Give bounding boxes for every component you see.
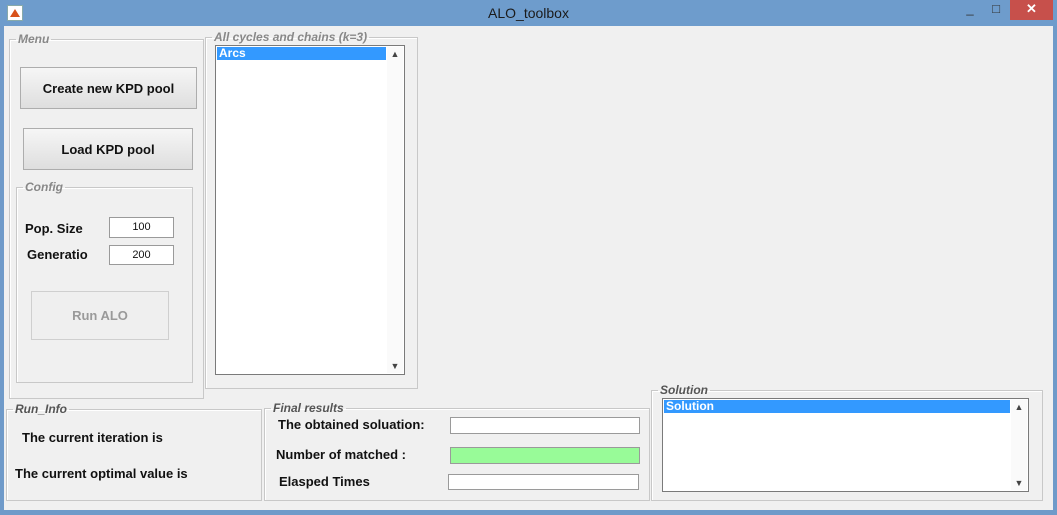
pop-size-input[interactable]: 100 bbox=[109, 217, 174, 238]
cycles-scrollbar[interactable]: ▲ ▼ bbox=[387, 47, 403, 373]
title-bar: ALO_toolbox _ □ ✕ bbox=[0, 0, 1057, 26]
run-info-legend: Run_Info bbox=[15, 402, 67, 416]
run-info-panel: Run_Info bbox=[6, 402, 262, 501]
load-kpd-pool-button[interactable]: Load KPD pool bbox=[23, 128, 193, 170]
obtained-solution-field[interactable] bbox=[450, 417, 640, 434]
scroll-down-arrow-icon[interactable]: ▼ bbox=[1011, 476, 1027, 490]
cycles-legend: All cycles and chains (k=3) bbox=[214, 30, 368, 44]
pop-size-label: Pop. Size bbox=[25, 221, 83, 236]
solution-scrollbar[interactable]: ▲ ▼ bbox=[1011, 400, 1027, 490]
generation-label: Generatio bbox=[27, 247, 88, 262]
scroll-up-arrow-icon[interactable]: ▲ bbox=[1011, 400, 1027, 414]
current-iteration-label: The current iteration is bbox=[22, 430, 163, 445]
current-optimal-label: The current optimal value is bbox=[15, 466, 188, 481]
create-kpd-pool-button[interactable]: Create new KPD pool bbox=[20, 67, 197, 109]
maximize-button[interactable]: □ bbox=[984, 0, 1008, 20]
list-item[interactable]: Arcs bbox=[217, 47, 386, 60]
cycles-listbox[interactable]: Arcs ▲ ▼ bbox=[215, 45, 405, 375]
matched-field[interactable] bbox=[450, 447, 640, 464]
solution-listbox[interactable]: Solution ▲ ▼ bbox=[662, 398, 1029, 492]
window-title: ALO_toolbox bbox=[488, 5, 569, 21]
menu-legend: Menu bbox=[18, 32, 50, 46]
run-alo-button[interactable]: Run ALO bbox=[31, 291, 169, 340]
final-results-legend: Final results bbox=[273, 401, 344, 415]
minimize-button[interactable]: _ bbox=[958, 0, 982, 20]
elapsed-times-field[interactable] bbox=[448, 474, 639, 490]
scroll-down-arrow-icon[interactable]: ▼ bbox=[387, 359, 403, 373]
solution-legend: Solution bbox=[660, 383, 708, 397]
generation-input[interactable]: 200 bbox=[109, 245, 174, 265]
config-legend: Config bbox=[25, 180, 63, 194]
config-panel: Config bbox=[16, 180, 193, 383]
scroll-up-arrow-icon[interactable]: ▲ bbox=[387, 47, 403, 61]
elapsed-times-label: Elasped Times bbox=[279, 474, 370, 489]
close-button[interactable]: ✕ bbox=[1010, 0, 1053, 20]
matched-label: Number of matched : bbox=[276, 447, 407, 462]
list-item[interactable]: Solution bbox=[664, 400, 1010, 413]
window-client-area: Menu Create new KPD pool Load KPD pool C… bbox=[4, 26, 1053, 510]
obtained-solution-label: The obtained soluation: bbox=[278, 417, 425, 432]
